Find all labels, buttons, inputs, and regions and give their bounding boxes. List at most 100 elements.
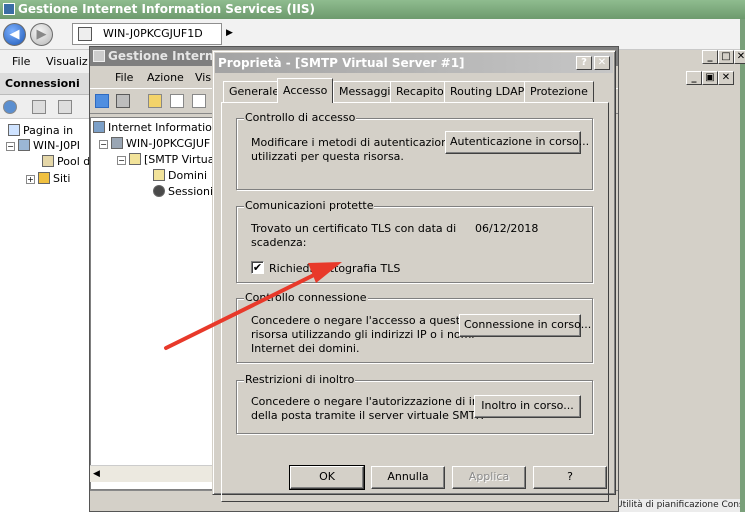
close-icon[interactable]: ✕: [734, 50, 745, 64]
connection-control-group: Controllo connessione Concedere o negare…: [236, 291, 593, 363]
mmc-app-icon: [93, 50, 105, 62]
outer-window-border: [740, 19, 745, 512]
iis-app-icon: [3, 3, 15, 15]
secure-communication-group: Comunicazioni protette Trovato un certif…: [236, 199, 593, 283]
access-control-legend: Controllo di accesso: [244, 111, 357, 124]
require-tls-checkbox[interactable]: ✔: [251, 261, 264, 274]
address-field[interactable]: WIN-J0PKCGJUF1D: [72, 23, 222, 45]
mmc-menu-file[interactable]: File: [115, 71, 133, 84]
connections-toolbar: [0, 95, 90, 119]
address-text: WIN-J0PKCGJUF1D: [103, 27, 203, 40]
minimize-icon[interactable]: _: [702, 50, 718, 64]
up-icon[interactable]: [148, 94, 162, 108]
show-hide-tree-icon[interactable]: [170, 94, 184, 108]
inner-restore-icon[interactable]: ▣: [702, 71, 718, 85]
forward-icon[interactable]: [116, 94, 130, 108]
close-icon[interactable]: ✕: [594, 56, 610, 70]
sites-folder-icon: [38, 172, 50, 184]
help-question-icon[interactable]: ?: [576, 56, 592, 70]
collapse-icon[interactable]: −: [117, 156, 126, 165]
access-tab-panel: Controllo di accesso Modificare i metodi…: [221, 102, 609, 502]
maximize-icon[interactable]: □: [718, 50, 734, 64]
tree-item-start-page[interactable]: Pagina in: [8, 124, 73, 138]
outer-window-controls: _ □ ✕ _ ▣ ✕: [612, 47, 745, 107]
tree-item-app-pools[interactable]: Pool d: [42, 155, 90, 169]
tree-item-server[interactable]: − WIN-J0PI: [6, 139, 80, 153]
status-bar-text: Utilità di pianificazione Console: [612, 499, 740, 512]
smtp-server-icon: [129, 153, 141, 165]
secure-communication-legend: Comunicazioni protette: [244, 199, 375, 212]
sessions-user-icon: [153, 185, 165, 197]
smtp-properties-dialog: Proprietà - [SMTP Virtual Server #1] ? ✕…: [212, 50, 616, 502]
iis-root-icon: [93, 121, 105, 133]
inner-minimize-icon[interactable]: _: [686, 71, 702, 85]
up-folder-icon[interactable]: [58, 100, 72, 114]
connections-header: Connessioni: [0, 73, 90, 95]
connection-control-desc-3: Internet dei domini.: [251, 342, 360, 355]
tls-expiry-date: 06/12/2018: [475, 222, 539, 235]
tab-delivery[interactable]: Recapito: [390, 81, 450, 102]
tab-access[interactable]: Accesso: [277, 78, 334, 103]
app-pool-icon: [42, 155, 54, 167]
tree-item-iis-root[interactable]: Internet Information: [93, 121, 219, 135]
authentication-button[interactable]: Autenticazione in corso...: [445, 131, 589, 154]
help-button[interactable]: ?: [533, 466, 607, 489]
mmc-window-title: Gestione Internet: [108, 49, 228, 63]
connection-control-legend: Controllo connessione: [244, 291, 368, 304]
connection-control-desc-1: Concedere o negare l'accesso a questa: [251, 314, 467, 327]
server-icon: [18, 139, 30, 151]
iis-menubar: File Visualiz: [0, 50, 90, 73]
tab-general[interactable]: Generale: [223, 81, 286, 102]
server-page-icon: [78, 27, 92, 41]
relay-desc-2: della posta tramite il server virtuale S…: [251, 409, 484, 422]
cancel-button[interactable]: Annulla: [371, 466, 445, 489]
tree-item-mmc-server[interactable]: − WIN-J0PKCGJUF: [99, 137, 210, 151]
dialog-title: Proprietà - [SMTP Virtual Server #1]: [218, 56, 465, 70]
back-icon[interactable]: [95, 94, 109, 108]
inner-close-icon[interactable]: ✕: [718, 71, 734, 85]
server-icon: [111, 137, 123, 149]
tab-messages[interactable]: Messaggi: [333, 81, 397, 102]
list-view-icon[interactable]: [192, 94, 206, 108]
connection-control-desc-2: risorsa utilizzando gli indirizzi IP o i…: [251, 328, 475, 341]
dialog-titlebar: Proprietà - [SMTP Virtual Server #1] ? ✕: [215, 53, 613, 73]
tls-certificate-desc-2: scadenza:: [251, 236, 307, 249]
menu-file[interactable]: File: [12, 55, 30, 68]
domains-icon: [153, 169, 165, 181]
scroll-left-icon[interactable]: ◀: [93, 469, 100, 479]
menu-view[interactable]: Visualiz: [46, 55, 88, 68]
access-control-desc-1: Modificare i metodi di autenticazione: [251, 136, 455, 149]
tree-item-sites[interactable]: + Siti: [26, 172, 70, 186]
relay-restrictions-legend: Restrizioni di inoltro: [244, 373, 356, 386]
tls-certificate-desc-1: Trovato un certificato TLS con data di: [251, 222, 457, 235]
access-control-desc-2: utilizzati per questa risorsa.: [251, 150, 404, 163]
expand-icon[interactable]: +: [26, 175, 35, 184]
tree-item-sessions[interactable]: Sessioni: [153, 185, 213, 199]
require-tls-label[interactable]: Richiedi crittografia TLS: [269, 262, 400, 275]
access-control-group: Controllo di accesso Modificare i metodi…: [236, 111, 593, 190]
mmc-tree-panel: Internet Information − WIN-J0PKCGJUF − [SM…: [90, 117, 220, 490]
forward-arrow-icon[interactable]: ▶: [30, 23, 53, 46]
relay-restrictions-group: Restrizioni di inoltro Concedere o negar…: [236, 373, 593, 434]
mmc-horizontal-scrollbar[interactable]: ◀: [90, 465, 220, 482]
tab-security[interactable]: Protezione: [524, 81, 594, 102]
connection-button[interactable]: Connessione in corso...: [459, 314, 591, 337]
save-icon[interactable]: [32, 100, 46, 114]
tab-ldap-routing[interactable]: Routing LDAP: [444, 81, 531, 102]
connections-panel: Connessioni Pagina in − WIN-J0PI Pool d +…: [0, 73, 90, 512]
iis-window-title: Gestione Internet Information Services (…: [18, 2, 316, 16]
apply-button[interactable]: Applica: [452, 466, 526, 489]
relay-desc-1: Concedere o negare l'autorizzazione di i…: [251, 395, 504, 408]
ok-button[interactable]: OK: [289, 465, 365, 490]
breadcrumb-chevron-icon[interactable]: ▶: [226, 28, 233, 38]
back-arrow-icon[interactable]: ◀: [3, 23, 26, 46]
iis-titlebar: Gestione Internet Information Services (…: [0, 0, 745, 19]
start-page-icon: [8, 124, 20, 136]
tree-item-smtp-server[interactable]: − [SMTP Virtua: [117, 153, 215, 167]
connect-globe-icon[interactable]: [3, 100, 17, 114]
collapse-icon[interactable]: −: [99, 140, 108, 149]
relay-button[interactable]: Inoltro in corso...: [474, 395, 581, 418]
mmc-menu-action[interactable]: Azione: [147, 71, 184, 84]
tree-item-domains[interactable]: Domini: [153, 169, 207, 183]
collapse-icon[interactable]: −: [6, 142, 15, 151]
